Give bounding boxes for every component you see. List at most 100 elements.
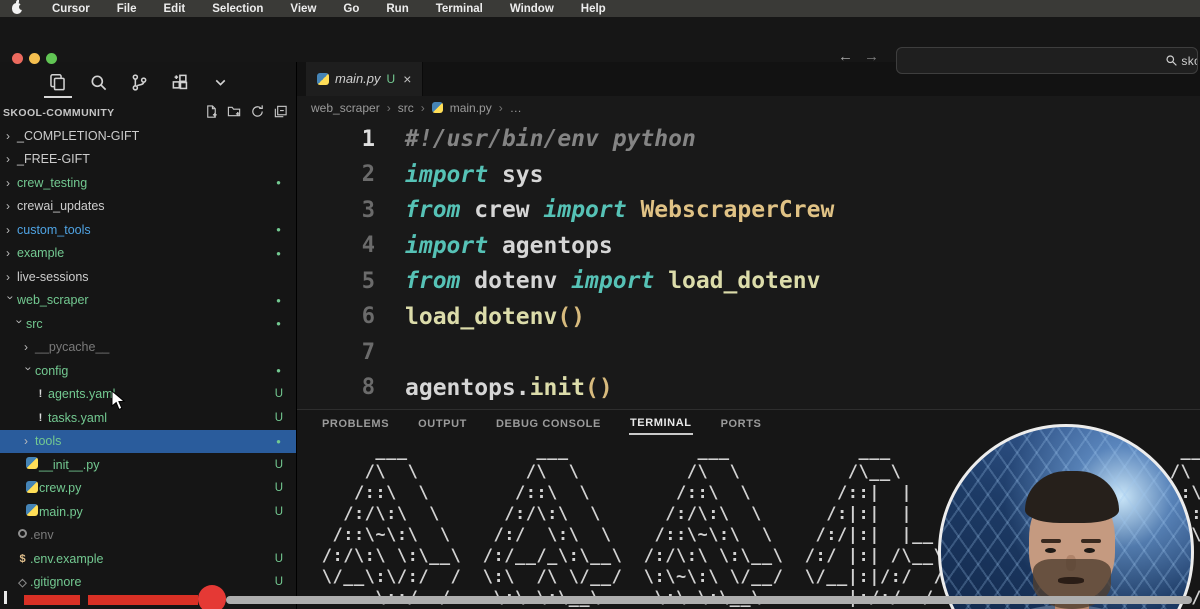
breadcrumb-item-main-py[interactable]: main.py <box>450 101 492 115</box>
tree-item-free-gift[interactable]: ›_FREE-GIFT <box>0 148 296 172</box>
code-line-6[interactable]: 6 load_dotenv() <box>297 299 1200 335</box>
code-line-7[interactable]: 7 <box>297 335 1200 371</box>
tree-item-label: crew_testing <box>17 176 87 190</box>
panel-tab-debug-console[interactable]: DEBUG CONSOLE <box>495 414 602 434</box>
tree-item-pycache[interactable]: ›__pycache__ <box>0 336 296 360</box>
minimize-window-button[interactable] <box>29 53 40 64</box>
chevron-collapsed-icon[interactable]: › <box>6 270 17 284</box>
chevron-collapsed-icon[interactable]: › <box>24 434 35 448</box>
tree-item-config[interactable]: ›config● <box>0 359 296 383</box>
command-center-search[interactable]: sko <box>896 47 1198 74</box>
chevron-collapsed-icon[interactable]: › <box>6 176 17 190</box>
code-line-8[interactable]: 8agentops.init() <box>297 370 1200 406</box>
chevron-expanded-icon[interactable]: › <box>21 366 35 377</box>
chevron-expanded-icon[interactable]: › <box>3 296 17 307</box>
scrubber-track[interactable] <box>226 596 1192 604</box>
code-line-2[interactable]: 2import sys <box>297 157 1200 193</box>
collapse-all-icon[interactable] <box>273 104 288 124</box>
refresh-icon[interactable] <box>250 104 265 124</box>
presenter-eyebrow <box>1041 539 1061 543</box>
menu-item-file[interactable]: File <box>117 3 137 15</box>
tree-item-main-py[interactable]: main.pyU <box>0 500 296 524</box>
code-editor[interactable]: 1#!/usr/bin/env python2import sys3from c… <box>297 120 1200 410</box>
line-number: 6 <box>297 304 375 329</box>
panel-tab-terminal[interactable]: TERMINAL <box>629 413 693 435</box>
navigate-forward-icon[interactable]: → <box>864 48 879 65</box>
tree-item-src[interactable]: ›src● <box>0 312 296 336</box>
chevron-down-icon[interactable] <box>212 74 229 91</box>
modified-dot-badge: ● <box>276 178 281 187</box>
apple-logo-icon[interactable] <box>12 3 22 14</box>
chevron-collapsed-icon[interactable]: › <box>6 246 17 260</box>
explorer-icon[interactable] <box>48 73 67 92</box>
chevron-collapsed-icon[interactable]: › <box>6 152 17 166</box>
chevron-collapsed-icon[interactable]: › <box>24 340 35 354</box>
code-line-5[interactable]: 5from dotenv import load_dotenv <box>297 264 1200 300</box>
tree-item-crew-py[interactable]: crew.pyU <box>0 477 296 501</box>
panel-tab-output[interactable]: OUTPUT <box>417 414 468 434</box>
menu-item-edit[interactable]: Edit <box>164 3 186 15</box>
panel-tab-problems[interactable]: PROBLEMS <box>321 414 390 434</box>
python-file-icon <box>26 481 38 493</box>
breadcrumb-item-[interactable]: … <box>510 101 522 115</box>
tree-item-example[interactable]: ›example● <box>0 242 296 266</box>
tree-item-init-py[interactable]: __init__.pyU <box>0 453 296 477</box>
chevron-collapsed-icon[interactable]: › <box>6 129 17 143</box>
git-untracked-badge: U <box>275 506 283 518</box>
menu-item-terminal[interactable]: Terminal <box>436 3 483 15</box>
tree-item-web-scraper[interactable]: ›web_scraper● <box>0 289 296 313</box>
chevron-expanded-icon[interactable]: › <box>12 319 26 330</box>
menu-items: Cursor File Edit Selection View Go Run Terminal… <box>52 3 606 15</box>
new-file-icon[interactable] <box>204 104 219 124</box>
code-text: import sys <box>405 162 543 188</box>
chevron-collapsed-icon[interactable]: › <box>6 223 17 237</box>
code-line-4[interactable]: 4import agentops <box>297 228 1200 264</box>
code-text: agentops.init() <box>405 375 613 401</box>
search-view-icon[interactable] <box>89 73 108 92</box>
tree-item-gitignore[interactable]: ◇.gitignoreU <box>0 571 296 595</box>
menu-item-cursor[interactable]: Cursor <box>52 3 90 15</box>
panel-tab-ports[interactable]: PORTS <box>720 414 763 434</box>
menu-item-go[interactable]: Go <box>343 3 359 15</box>
close-window-button[interactable] <box>12 53 23 64</box>
tree-item-env-example[interactable]: $.env.exampleU <box>0 547 296 571</box>
menu-item-view[interactable]: View <box>290 3 316 15</box>
tree-item-agents-yaml[interactable]: !agents.yamlU <box>0 383 296 407</box>
breadcrumb-item-src[interactable]: src <box>398 101 414 115</box>
modified-dot-badge: ● <box>276 437 281 446</box>
tree-item-crew-testing[interactable]: ›crew_testing ● <box>0 171 296 195</box>
new-folder-icon[interactable] <box>227 104 242 124</box>
tree-item-custom-tools[interactable]: ›custom_tools● <box>0 218 296 242</box>
active-view-indicator <box>44 96 72 98</box>
menu-item-run[interactable]: Run <box>386 3 408 15</box>
code-text: load_dotenv() <box>405 304 585 330</box>
tree-item-label: crewai_updates <box>17 199 105 213</box>
close-tab-icon[interactable]: × <box>403 71 411 87</box>
source-control-icon[interactable] <box>130 73 149 92</box>
code-line-1[interactable]: 1#!/usr/bin/env python <box>297 122 1200 158</box>
breadcrumb-separator-icon: › <box>499 101 503 115</box>
search-icon <box>1165 54 1178 67</box>
tree-item-tasks-yaml[interactable]: !tasks.yamlU <box>0 406 296 430</box>
tree-item-tools[interactable]: ›tools● <box>0 430 296 454</box>
tree-item-crewai-updates[interactable]: ›crewai_updates <box>0 195 296 219</box>
menu-item-selection[interactable]: Selection <box>212 3 263 15</box>
extensions-icon[interactable] <box>171 73 190 92</box>
git-untracked-badge: U <box>275 388 283 400</box>
python-file-icon <box>24 457 39 472</box>
breadcrumb-item-web-scraper[interactable]: web_scraper <box>311 101 380 115</box>
scrubber-playhead[interactable] <box>198 585 226 609</box>
chevron-collapsed-icon[interactable]: › <box>6 199 17 213</box>
zoom-window-button[interactable] <box>46 53 57 64</box>
navigate-back-icon[interactable]: ← <box>838 48 853 65</box>
tree-item-env[interactable]: .env <box>0 524 296 548</box>
code-text: #!/usr/bin/env python <box>405 126 696 152</box>
tree-item-live-sessions[interactable]: ›live-sessions <box>0 265 296 289</box>
scrubber-watched-segment <box>88 595 198 605</box>
tab-main-py[interactable]: main.py U × <box>306 62 423 96</box>
git-untracked-badge: U <box>387 72 396 86</box>
code-line-3[interactable]: 3from crew import WebscraperCrew <box>297 193 1200 229</box>
tree-item-completion-gift[interactable]: ›_COMPLETION-GIFT <box>0 124 296 148</box>
menu-item-help[interactable]: Help <box>581 3 606 15</box>
menu-item-window[interactable]: Window <box>510 3 554 15</box>
